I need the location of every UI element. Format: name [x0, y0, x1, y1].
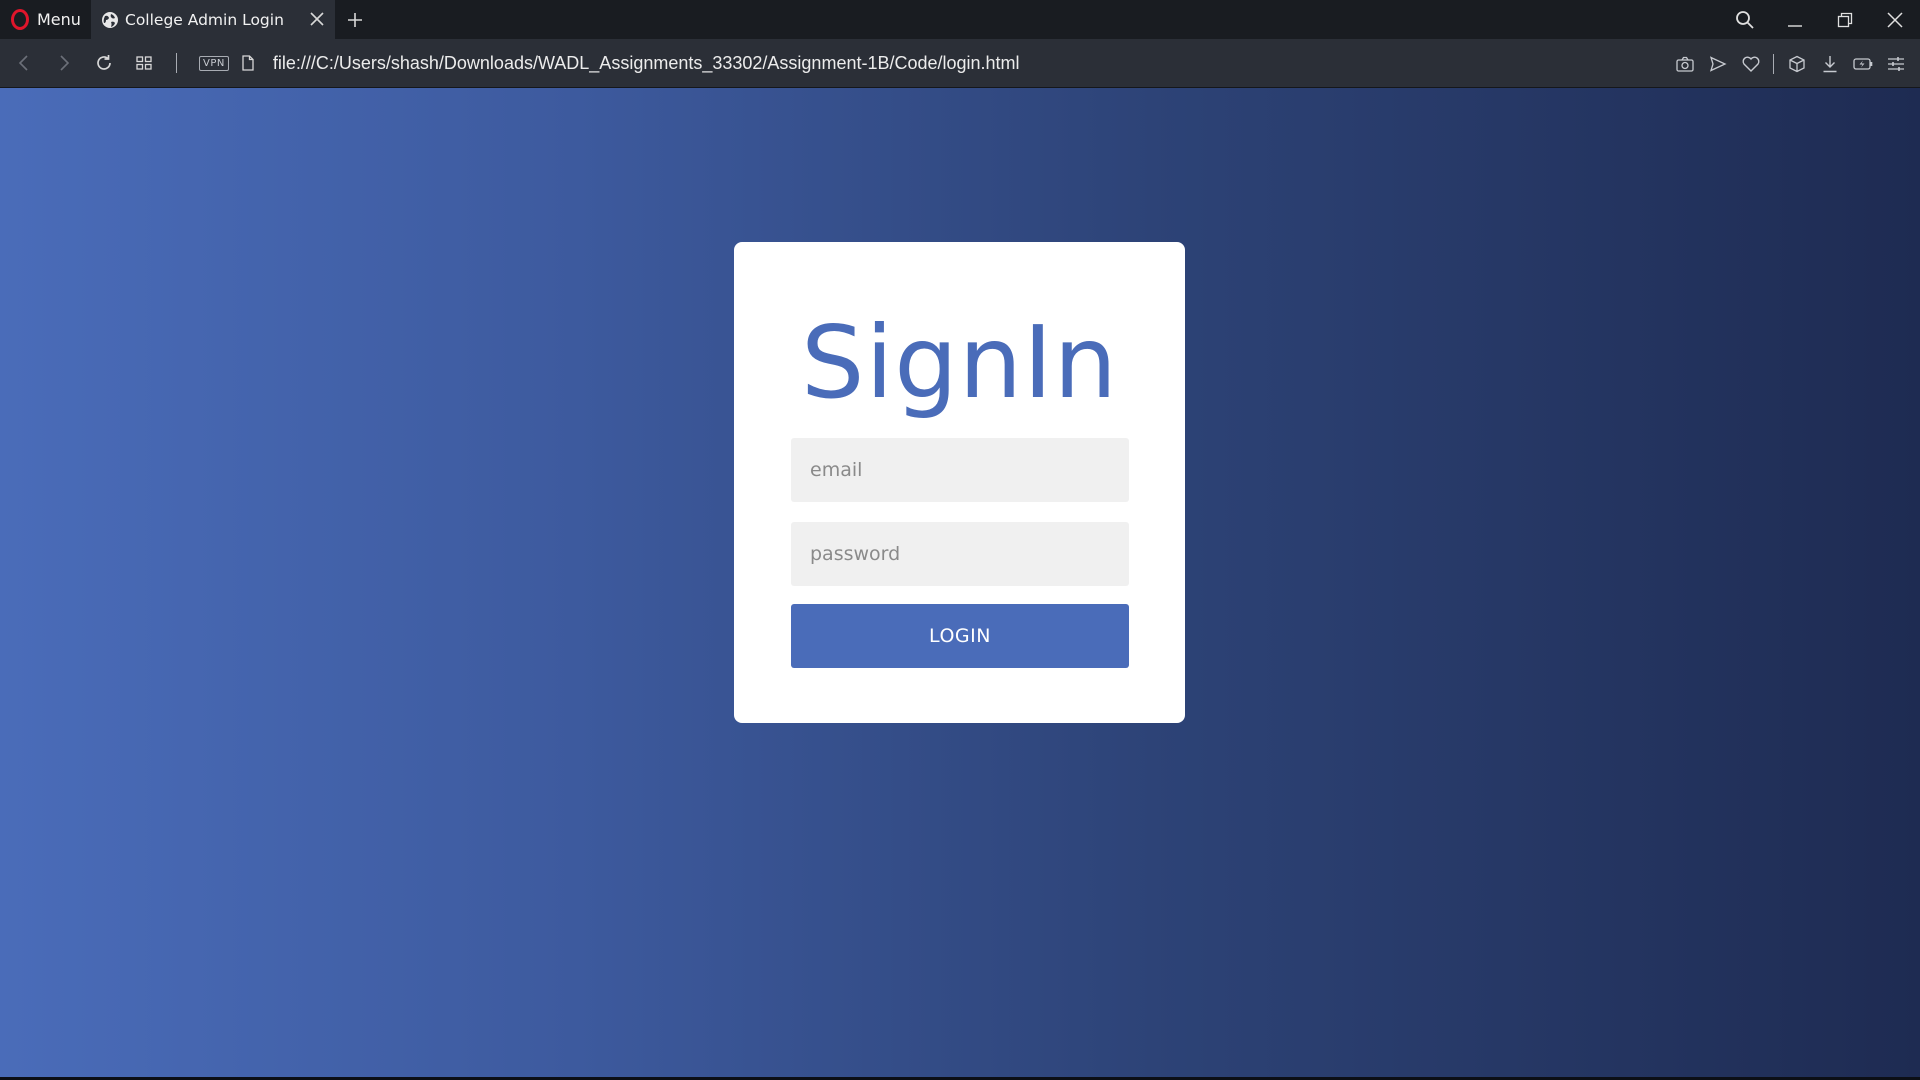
- email-field[interactable]: [791, 438, 1129, 502]
- page-background: SignIn LOGIN: [0, 88, 1920, 1079]
- heart-icon[interactable]: [1734, 39, 1767, 88]
- login-card: SignIn LOGIN: [734, 242, 1185, 723]
- password-field[interactable]: [791, 522, 1129, 586]
- search-icon[interactable]: [1720, 0, 1770, 39]
- window-controls: [1720, 0, 1920, 39]
- close-icon[interactable]: [307, 9, 327, 29]
- plus-icon: [347, 12, 363, 28]
- battery-icon[interactable]: [1846, 39, 1879, 88]
- toolbar-divider: [176, 53, 177, 73]
- url-field[interactable]: file:///C:/Users/shash/Downloads/WADL_As…: [273, 53, 1020, 74]
- settings-sliders-icon[interactable]: [1879, 39, 1912, 88]
- new-tab-button[interactable]: [335, 0, 375, 39]
- cube-icon[interactable]: [1780, 39, 1813, 88]
- vpn-badge[interactable]: VPN: [199, 55, 229, 71]
- send-icon[interactable]: [1701, 39, 1734, 88]
- toolbar-right-icons: [1668, 39, 1912, 88]
- browser-tab-active[interactable]: College Admin Login: [91, 0, 335, 39]
- tab-title: College Admin Login: [125, 10, 284, 29]
- browser-tab-strip: Menu College Admin Login: [0, 0, 1920, 39]
- reload-icon[interactable]: [84, 39, 124, 88]
- signin-title: SignIn: [801, 304, 1118, 421]
- download-icon[interactable]: [1813, 39, 1846, 88]
- opera-logo-icon: [11, 9, 29, 30]
- forward-arrow-icon[interactable]: [44, 39, 84, 88]
- login-button[interactable]: LOGIN: [791, 604, 1129, 668]
- back-arrow-icon[interactable]: [4, 39, 44, 88]
- minimize-icon[interactable]: [1770, 0, 1820, 39]
- globe-icon: [101, 11, 119, 29]
- camera-icon[interactable]: [1668, 39, 1701, 88]
- menu-label: Menu: [37, 10, 81, 29]
- toolbar-divider-right: [1773, 53, 1774, 74]
- opera-menu-button[interactable]: Menu: [0, 0, 91, 39]
- address-toolbar: VPN file:///C:/Users/shash/Downloads/WAD…: [0, 39, 1920, 88]
- close-window-icon[interactable]: [1870, 0, 1920, 39]
- speed-dial-icon[interactable]: [124, 39, 164, 88]
- file-icon: [241, 55, 255, 71]
- restore-icon[interactable]: [1820, 0, 1870, 39]
